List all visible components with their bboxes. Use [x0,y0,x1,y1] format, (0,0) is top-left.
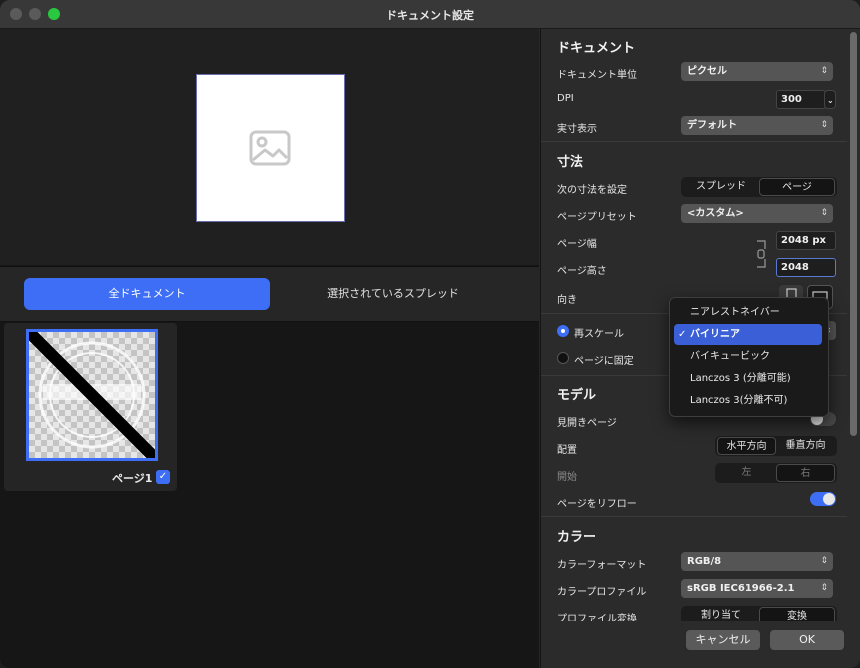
start-segment: 左 右 [715,463,837,483]
rescale-radio[interactable] [557,325,569,337]
ok-button[interactable]: OK [770,630,844,650]
start-label: 開始 [557,472,577,483]
image-placeholder-icon [249,130,291,166]
horizontal-option[interactable]: 水平方向 [717,437,776,455]
dpi-dropdown-button[interactable]: ⌄ [824,90,836,109]
updown-icon: ⇕ [820,208,828,218]
page-thumbnail[interactable] [26,329,158,461]
dialog-footer: キャンセル OK [541,621,860,668]
scope-segmented-control: 全ドキュメント 選択されているスプレッド [0,266,539,322]
set-dimension-segment: スプレッド ページ [681,177,837,197]
cancel-button[interactable]: キャンセル [686,630,760,650]
page-height-field[interactable]: 2048 [776,258,836,277]
title-bar: ドキュメント設定 [0,0,860,29]
toggle-knob [823,493,835,505]
document-unit-label: ドキュメント単位 [557,70,637,81]
resample-menu: ニアレストネイバー ✓ バイリニア バイキュービック Lanczos 3 (分離… [669,297,829,417]
menu-item-nearest[interactable]: ニアレストネイバー [674,302,822,323]
settings-scrollbar[interactable] [850,32,857,436]
page-height-label: ページ高さ [557,266,607,277]
display-label: 実寸表示 [557,124,597,135]
color-profile-label: カラープロファイル [557,587,647,598]
document-section-title: ドキュメント [557,41,636,56]
color-profile-select[interactable]: sRGB IEC61966-2.1 ⇕ [681,579,833,598]
display-value: デフォルト [687,120,737,131]
arrangement-label: 配置 [557,445,577,456]
vertical-option[interactable]: 垂直方向 [776,437,835,455]
model-section-title: モデル [557,388,597,403]
color-format-label: カラーフォーマット [557,560,647,571]
color-section-title: カラー [557,530,597,545]
facing-pages-label: 見開きページ [557,418,617,429]
dimensions-section-title: 寸法 [557,155,584,170]
thumbnail-image [29,332,155,458]
thumbnail-checkbox[interactable]: ✓ [156,470,170,484]
page-preset-value: <カスタム> [687,208,744,219]
menu-item-bicubic[interactable]: バイキュービック [674,346,822,367]
preview-pane: 全ドキュメント 選択されているスプレッド ページ1 ✓ [0,29,539,668]
color-profile-value: sRGB IEC61966-2.1 [687,583,795,594]
left-option[interactable]: 左 [717,464,776,482]
updown-icon: ⇕ [820,120,828,130]
link-chain-icon[interactable] [755,239,767,269]
rescale-label: 再スケール [574,329,624,340]
thumbnail-label: ページ1 [112,472,153,485]
menu-item-lanczos-separable[interactable]: Lanczos 3 (分離可能) [674,368,822,389]
updown-icon: ⇕ [820,66,828,76]
fix-to-page-radio[interactable] [557,352,569,364]
document-unit-value: ピクセル [687,66,727,77]
reflow-toggle[interactable] [810,492,836,506]
menu-item-bilinear[interactable]: ✓ バイリニア [674,324,822,345]
page-preset-select[interactable]: <カスタム> ⇕ [681,204,833,223]
checkmark-icon: ✓ [678,329,687,340]
selected-spread-tab[interactable]: 選択されているスプレッド [276,278,510,310]
all-document-tab[interactable]: 全ドキュメント [24,278,270,310]
menu-item-bilinear-label: バイリニア [690,329,740,340]
fix-to-page-label: ページに固定 [574,356,634,367]
window-title: ドキュメント設定 [386,9,474,22]
menu-item-lanczos-nonseparable[interactable]: Lanczos 3(分離不可) [674,390,822,411]
section-divider [541,516,847,517]
page-width-label: ページ幅 [557,239,597,250]
reflow-label: ページをリフロー [557,499,637,510]
page-width-field[interactable]: 2048 px [776,231,836,250]
dpi-field[interactable]: 300 [776,90,826,109]
page-preview-area [0,29,539,265]
section-divider [541,141,847,142]
page-preset-label: ページプリセット [557,212,637,223]
document-settings-window: ドキュメント設定 全ドキュメント 選択されているスプレッド ページ1 ✓ ドキュ… [0,0,860,668]
chevron-down-icon: ⌄ [827,96,834,105]
document-unit-select[interactable]: ピクセル ⇕ [681,62,833,81]
page-preview [196,74,345,222]
updown-icon: ⇕ [820,583,828,593]
arrangement-segment: 水平方向 垂直方向 [715,436,837,456]
orientation-label: 向き [557,295,577,306]
display-select[interactable]: デフォルト ⇕ [681,116,833,135]
updown-icon: ⇕ [820,556,828,566]
page-option[interactable]: ページ [759,178,835,196]
dpi-label: DPI [557,93,574,104]
color-format-value: RGB/8 [687,556,722,567]
page-thumbnail-card[interactable]: ページ1 ✓ [4,323,177,491]
color-format-select[interactable]: RGB/8 ⇕ [681,552,833,571]
spread-option[interactable]: スプレッド [683,178,759,196]
set-dimension-label: 次の寸法を設定 [557,185,627,196]
right-option[interactable]: 右 [776,464,835,482]
